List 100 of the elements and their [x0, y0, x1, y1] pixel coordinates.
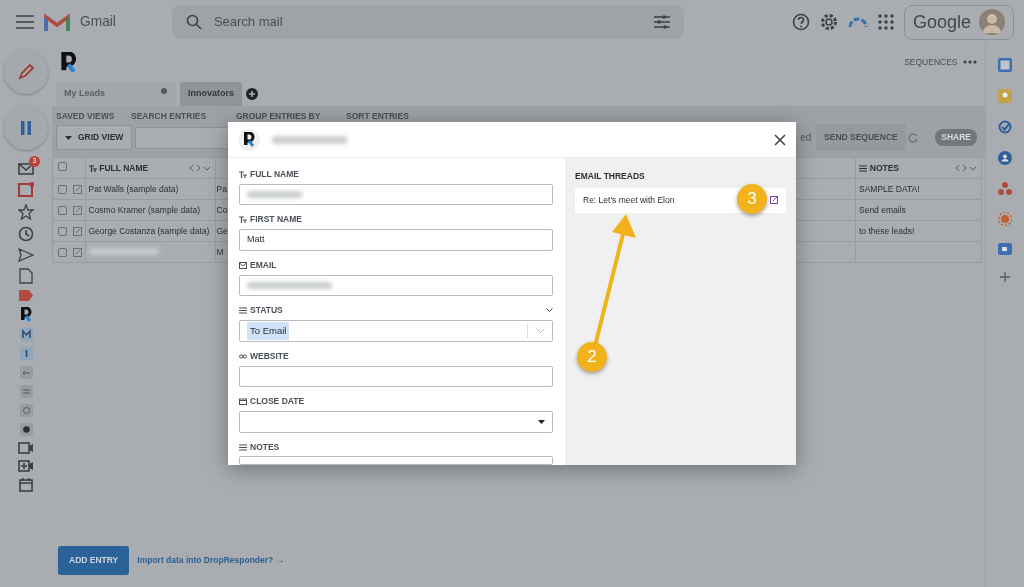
tab[interactable]: Innovators [180, 82, 242, 106]
contact-icon[interactable] [998, 151, 1012, 165]
date-field[interactable] [239, 411, 553, 433]
send-sequence-button[interactable]: SEND SEQUENCE [816, 124, 906, 151]
star-icon[interactable] [18, 204, 34, 220]
section-title: EMAIL THREADS [575, 170, 646, 183]
document-icon[interactable] [19, 268, 33, 284]
gmail-logo-icon [44, 12, 70, 32]
row-checkbox[interactable] [58, 247, 67, 257]
text-type-icon [239, 216, 247, 224]
dropresponder-logo-icon[interactable] [20, 307, 32, 322]
field-label: WEBSITE [250, 349, 289, 363]
reply-icon[interactable] [19, 366, 33, 379]
account-button[interactable]: Google [903, 4, 1014, 40]
toolbar-label: SORT ENTRIES [346, 109, 410, 123]
search-field[interactable]: Search mail [171, 5, 684, 39]
pause-button[interactable] [4, 106, 48, 150]
three-dots-icon[interactable] [998, 182, 1012, 195]
compose-button[interactable] [4, 50, 48, 94]
link-icon [239, 352, 247, 360]
check-circle-icon[interactable] [998, 120, 1012, 134]
table-cell: SAMPLE DATA! [859, 183, 920, 194]
menu-icon[interactable] [16, 15, 34, 29]
list-icon [239, 443, 247, 451]
inbox-icon[interactable] [18, 182, 34, 198]
close-icon[interactable] [774, 133, 786, 146]
view-dropdown-button[interactable]: GRID VIEW [56, 125, 133, 150]
text-type-icon [239, 170, 247, 178]
toolbar-label: SEARCH ENTRIES [131, 109, 208, 123]
video-camera-icon[interactable] [998, 243, 1012, 255]
input-field[interactable] [239, 274, 553, 297]
add-icon[interactable] [1000, 272, 1010, 282]
field-label: CLOSE DATE [250, 395, 305, 408]
label-icon[interactable] [19, 290, 33, 301]
m-letter-icon[interactable] [19, 328, 33, 341]
input-field[interactable] [239, 365, 553, 388]
table-cell: George Costanza (sample data) [88, 225, 210, 236]
tab[interactable]: My Leads [56, 82, 176, 106]
more-icon[interactable] [963, 60, 977, 64]
avatar-icon [979, 9, 1005, 35]
list-icon [859, 164, 867, 172]
caret-icon [65, 135, 72, 140]
table-cell: Cosmo Kramer (sample data) [88, 204, 200, 215]
text-type-icon [88, 164, 97, 172]
selected-value: To Email [247, 321, 290, 341]
input-field[interactable] [239, 183, 553, 206]
dropresponder-logo-icon [243, 132, 255, 147]
row-checkbox[interactable] [58, 226, 67, 236]
table-cell: Ge [216, 225, 228, 236]
pause-icon [20, 121, 32, 135]
chevron-icon [536, 328, 545, 334]
chevron-icon[interactable] [546, 308, 553, 314]
status-dropdown[interactable]: To Email [239, 320, 553, 342]
open-record-icon[interactable] [72, 205, 82, 215]
sequences-link[interactable]: SEQUENCES [904, 55, 958, 69]
add-entry-button[interactable]: ADD ENTRY [58, 546, 130, 575]
table-cell: Send emails [859, 204, 906, 215]
table-cell: to these leads! [859, 225, 915, 236]
video-camera-icon[interactable] [18, 442, 34, 454]
pencil-icon [17, 63, 35, 81]
mail-icon[interactable] [18, 162, 34, 176]
toolbar-label: GROUP ENTRIES BY [236, 109, 322, 123]
import-link[interactable]: Import data into DropResponder? → [137, 554, 285, 567]
row-checkbox[interactable] [58, 205, 67, 215]
blurred-text [247, 191, 302, 199]
calendar-icon[interactable] [998, 58, 1012, 72]
open-record-icon[interactable] [72, 226, 82, 236]
input-field[interactable]: Matt [239, 229, 553, 251]
partial-text: ed [800, 131, 812, 146]
calendar-icon[interactable] [19, 478, 33, 492]
filter-icon[interactable] [653, 15, 670, 29]
send-icon[interactable] [18, 248, 34, 262]
external-link-icon[interactable] [770, 196, 778, 205]
column-arrows-icon[interactable] [189, 165, 212, 171]
burst-icon[interactable] [998, 212, 1012, 226]
open-record-icon[interactable] [72, 247, 82, 257]
field-label: NOTES [250, 440, 280, 454]
caret-icon [538, 419, 545, 424]
refresh-icon[interactable] [908, 132, 919, 143]
table-cell: M [216, 246, 224, 257]
row-checkbox[interactable] [58, 184, 67, 194]
column-arrows-icon[interactable] [956, 165, 978, 171]
rainbow-arc-icon[interactable] [847, 16, 868, 28]
video-add-icon[interactable] [18, 460, 34, 472]
apps-grid-icon[interactable] [877, 14, 894, 30]
table-cell: Pat Walls (sample data) [88, 183, 179, 194]
settings-icon[interactable] [819, 13, 838, 31]
calendar-icon [239, 398, 247, 406]
column-header: FULL NAME [99, 161, 149, 175]
add-tab-icon[interactable] [246, 87, 258, 100]
select-all-checkbox[interactable] [58, 161, 67, 171]
i-letter-icon[interactable] [19, 347, 33, 360]
dropresponder-logo-icon [60, 52, 76, 72]
open-record-icon[interactable] [72, 184, 82, 194]
input-field[interactable] [239, 456, 553, 465]
field-label: FIRST NAME [250, 213, 302, 227]
toolbar-label: SAVED VIEWS [56, 109, 116, 123]
envelope-icon [239, 261, 247, 269]
share-button[interactable]: SHARE [935, 129, 977, 146]
table-cell: Pa [216, 183, 227, 194]
